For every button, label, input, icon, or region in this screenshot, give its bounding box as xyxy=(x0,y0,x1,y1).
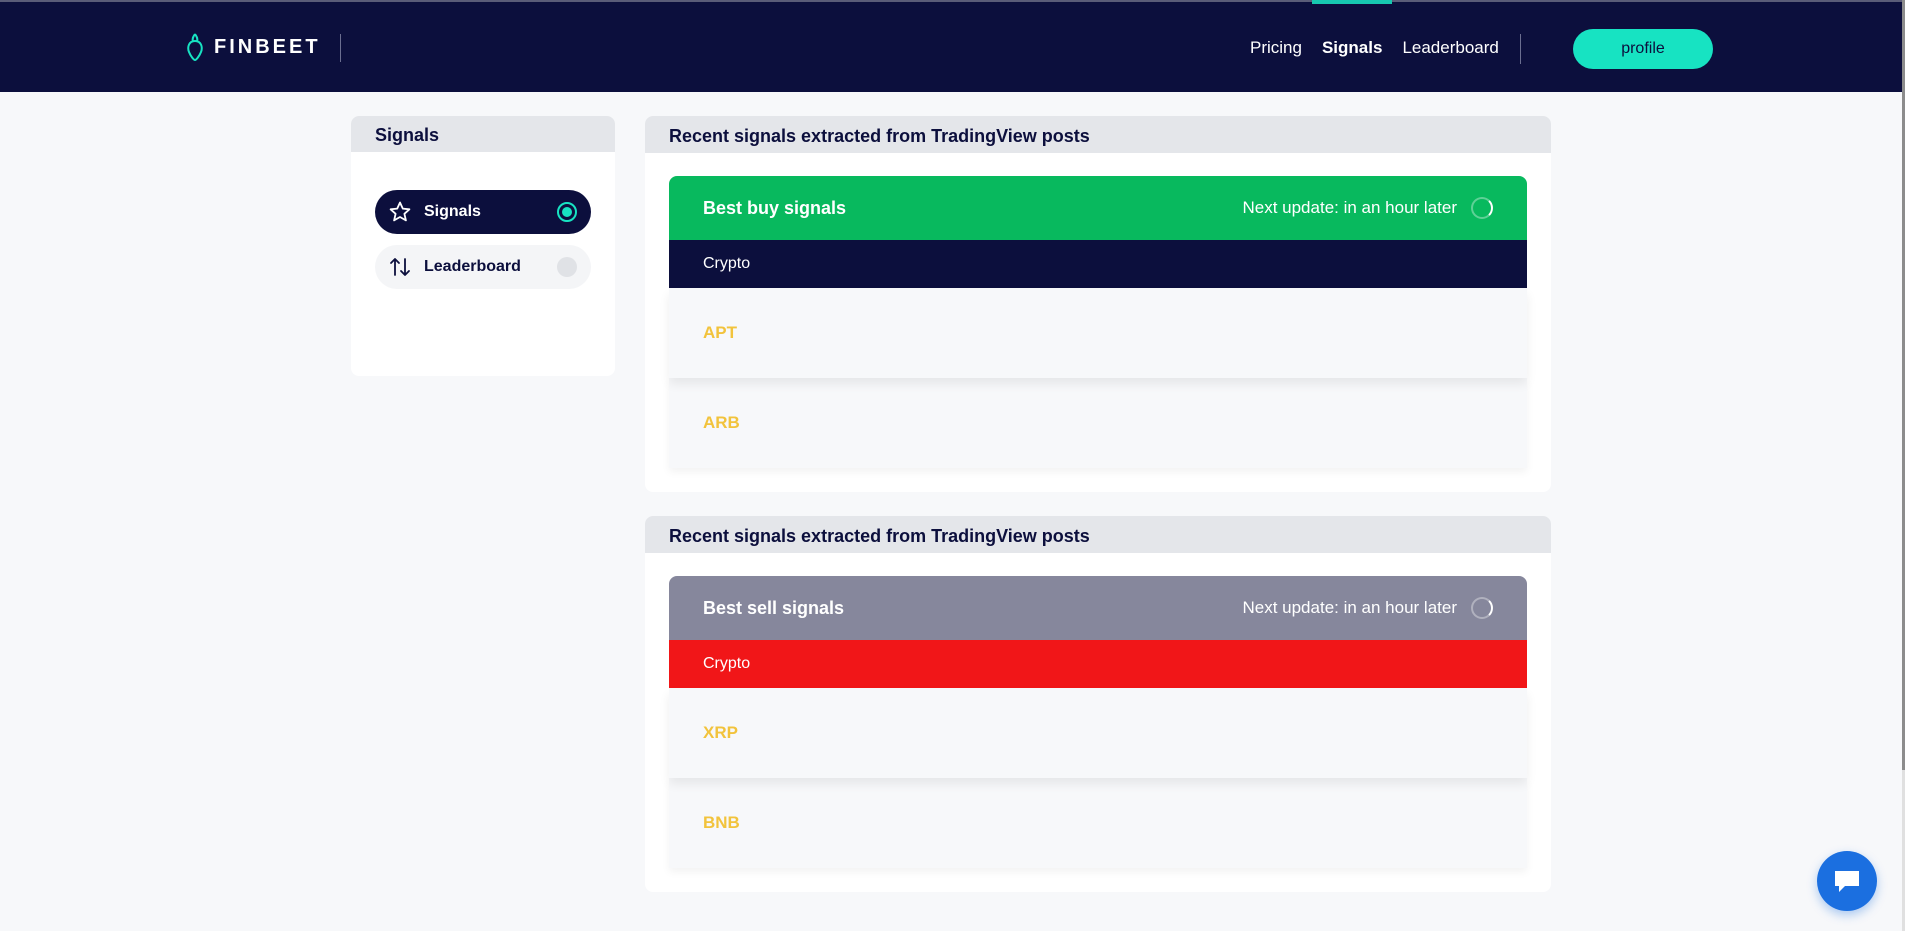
card-title: Best buy signals xyxy=(703,197,847,218)
next-update: Next update: in an hour later xyxy=(1242,197,1493,219)
signal-row[interactable]: APT xyxy=(669,288,1527,378)
card-title: Best sell signals xyxy=(703,597,845,618)
signal-row[interactable]: ARB xyxy=(669,378,1527,468)
next-update-text: Next update: in an hour later xyxy=(1242,598,1457,617)
sidebar-item-label: Signals xyxy=(424,203,481,220)
next-update-text: Next update: in an hour later xyxy=(1242,198,1457,217)
buy-signals-header: Best buy signals Next update: in an hour… xyxy=(669,176,1527,240)
category-bar: Crypto xyxy=(669,240,1527,288)
sell-signals-panel: Recent signals extracted from TradingVie… xyxy=(645,516,1551,892)
profile-button[interactable]: profile xyxy=(1573,29,1713,69)
logo-text: FINBEET xyxy=(214,35,321,58)
sidebar-item-label: Leaderboard xyxy=(424,258,521,275)
sidebar-title: Signals xyxy=(351,116,615,152)
sell-signals-card: Best sell signals Next update: in an hou… xyxy=(669,576,1527,868)
radio-unselected-icon xyxy=(557,257,577,277)
loading-spinner-icon xyxy=(1471,197,1493,219)
nav-pricing[interactable]: Pricing xyxy=(1240,2,1312,94)
logo-divider xyxy=(340,34,341,62)
finbeet-logo[interactable]: FINBEET xyxy=(184,32,321,62)
beet-logo-icon xyxy=(187,33,203,62)
panel-title: Recent signals extracted from TradingVie… xyxy=(645,516,1551,553)
top-navbar: FINBEET Pricing Signals Leaderboard prof… xyxy=(0,0,1905,92)
nav-divider xyxy=(1520,34,1521,64)
next-update: Next update: in an hour later xyxy=(1242,597,1493,619)
chat-button[interactable] xyxy=(1817,851,1877,911)
nav-signals[interactable]: Signals xyxy=(1311,0,1393,94)
radio-selected-icon xyxy=(557,202,577,222)
signal-row[interactable]: XRP xyxy=(669,688,1527,778)
category-bar: Crypto xyxy=(669,640,1527,688)
loading-spinner-icon xyxy=(1471,597,1493,619)
sidebar: Signals Signals Leaderboard xyxy=(351,116,615,376)
chat-bubble-icon xyxy=(1835,871,1859,892)
sidebar-item-leaderboard[interactable]: Leaderboard xyxy=(375,245,591,289)
buy-signals-panel: Recent signals extracted from TradingVie… xyxy=(645,116,1551,492)
sort-arrows-icon xyxy=(390,258,410,276)
panel-title: Recent signals extracted from TradingVie… xyxy=(645,116,1551,153)
nav-leaderboard[interactable]: Leaderboard xyxy=(1392,2,1508,94)
main-nav: Pricing Signals Leaderboard xyxy=(1240,0,1509,94)
star-icon xyxy=(389,201,411,222)
sidebar-item-signals[interactable]: Signals xyxy=(375,190,591,234)
buy-signals-card: Best buy signals Next update: in an hour… xyxy=(669,176,1527,468)
signal-row[interactable]: BNB xyxy=(669,778,1527,868)
sell-signals-header: Best sell signals Next update: in an hou… xyxy=(669,576,1527,640)
